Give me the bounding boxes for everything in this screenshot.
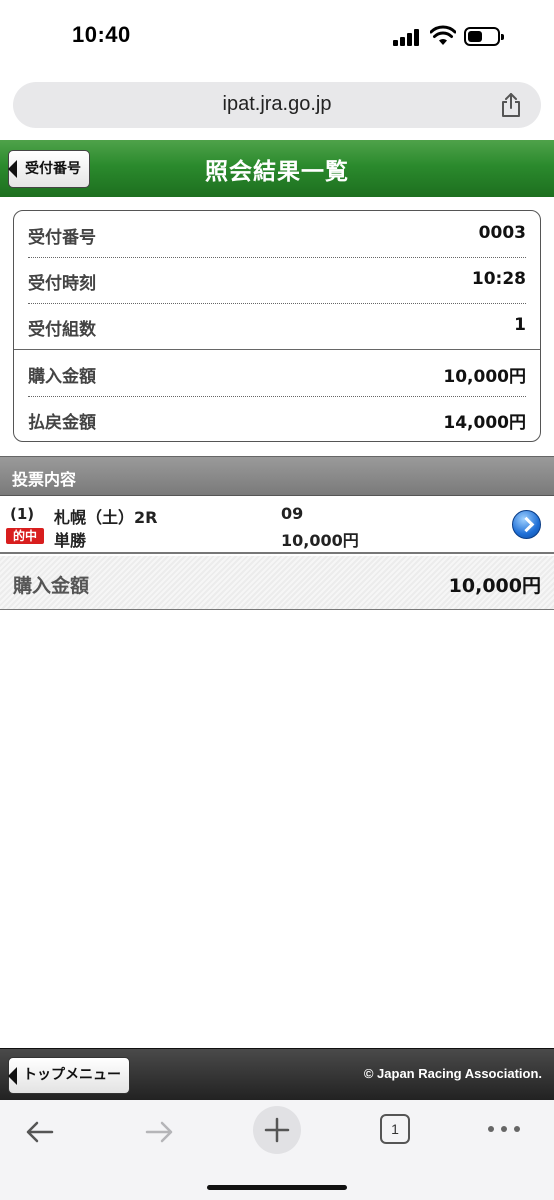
signal-icon — [393, 28, 421, 46]
bet-type: 単勝 — [54, 531, 87, 550]
section-header: 投票内容 — [0, 456, 554, 496]
bet-index: (1) — [10, 505, 35, 523]
copyright: © Japan Racing Association. — [363, 1066, 542, 1081]
battery-icon — [464, 27, 504, 46]
bet-amount: 10,000円 — [281, 531, 359, 550]
receipt-row-number: 受付番号 0003 — [28, 211, 526, 257]
receipt-label: 受付時刻 — [28, 274, 96, 294]
receipt-row-time: 受付時刻 10:28 — [28, 257, 526, 303]
top-menu-button[interactable]: トップメニュー — [8, 1057, 130, 1094]
receipt-label: 購入金額 — [28, 367, 96, 387]
chevron-right-icon[interactable] — [512, 510, 541, 539]
receipt-value: 0003 — [478, 223, 526, 243]
receipt-value: 10,000円 — [443, 367, 526, 387]
home-indicator — [207, 1185, 347, 1190]
url-text[interactable]: ipat.jra.go.jp — [13, 93, 541, 116]
receipt-value: 14,000円 — [443, 413, 526, 433]
receipt-label: 受付番号 — [28, 228, 96, 248]
page-title: 照会結果一覧 — [205, 159, 349, 185]
footer-bar: トップメニュー © Japan Racing Association. — [0, 1048, 554, 1100]
wifi-icon — [430, 25, 456, 45]
receipt-row-payout: 払戻金額 14,000円 — [28, 396, 526, 442]
total-value: 10,000円 — [448, 575, 541, 597]
receipt-row-count: 受付組数 1 — [28, 303, 526, 349]
share-icon[interactable] — [499, 92, 523, 118]
more-icon[interactable] — [488, 1126, 520, 1132]
new-tab-button[interactable] — [253, 1106, 301, 1154]
bet-selection: 09 — [281, 504, 304, 523]
bet-race: 札幌（土）2R — [54, 508, 158, 527]
page-header: 受付番号 照会結果一覧 — [0, 140, 554, 197]
section-title: 投票内容 — [12, 470, 77, 489]
address-bar[interactable]: ipat.jra.go.jp — [13, 82, 541, 128]
receipt-row-purchase: 購入金額 10,000円 — [28, 350, 526, 396]
tabs-icon[interactable]: 1 — [380, 1114, 410, 1144]
total-label: 購入金額 — [13, 575, 90, 597]
bet-list-item[interactable]: (1) 札幌（土）2R 09 的中 単勝 10,000円 — [0, 497, 554, 554]
forward-arrow-icon[interactable] — [137, 1110, 181, 1154]
status-bar: 10:40 — [0, 0, 554, 72]
receipt-label: 払戻金額 — [28, 413, 96, 433]
status-time: 10:40 — [72, 22, 131, 47]
hit-badge: 的中 — [6, 528, 44, 544]
receipt-info-box: 受付番号 0003 受付時刻 10:28 受付組数 1 購入金額 10,000円… — [13, 210, 541, 442]
back-arrow-icon[interactable] — [18, 1110, 62, 1154]
receipt-value: 10:28 — [471, 269, 526, 289]
receipt-value: 1 — [514, 315, 526, 335]
receipt-label: 受付組数 — [28, 320, 96, 340]
plus-icon — [264, 1117, 290, 1143]
total-row: 購入金額 10,000円 — [0, 556, 554, 610]
